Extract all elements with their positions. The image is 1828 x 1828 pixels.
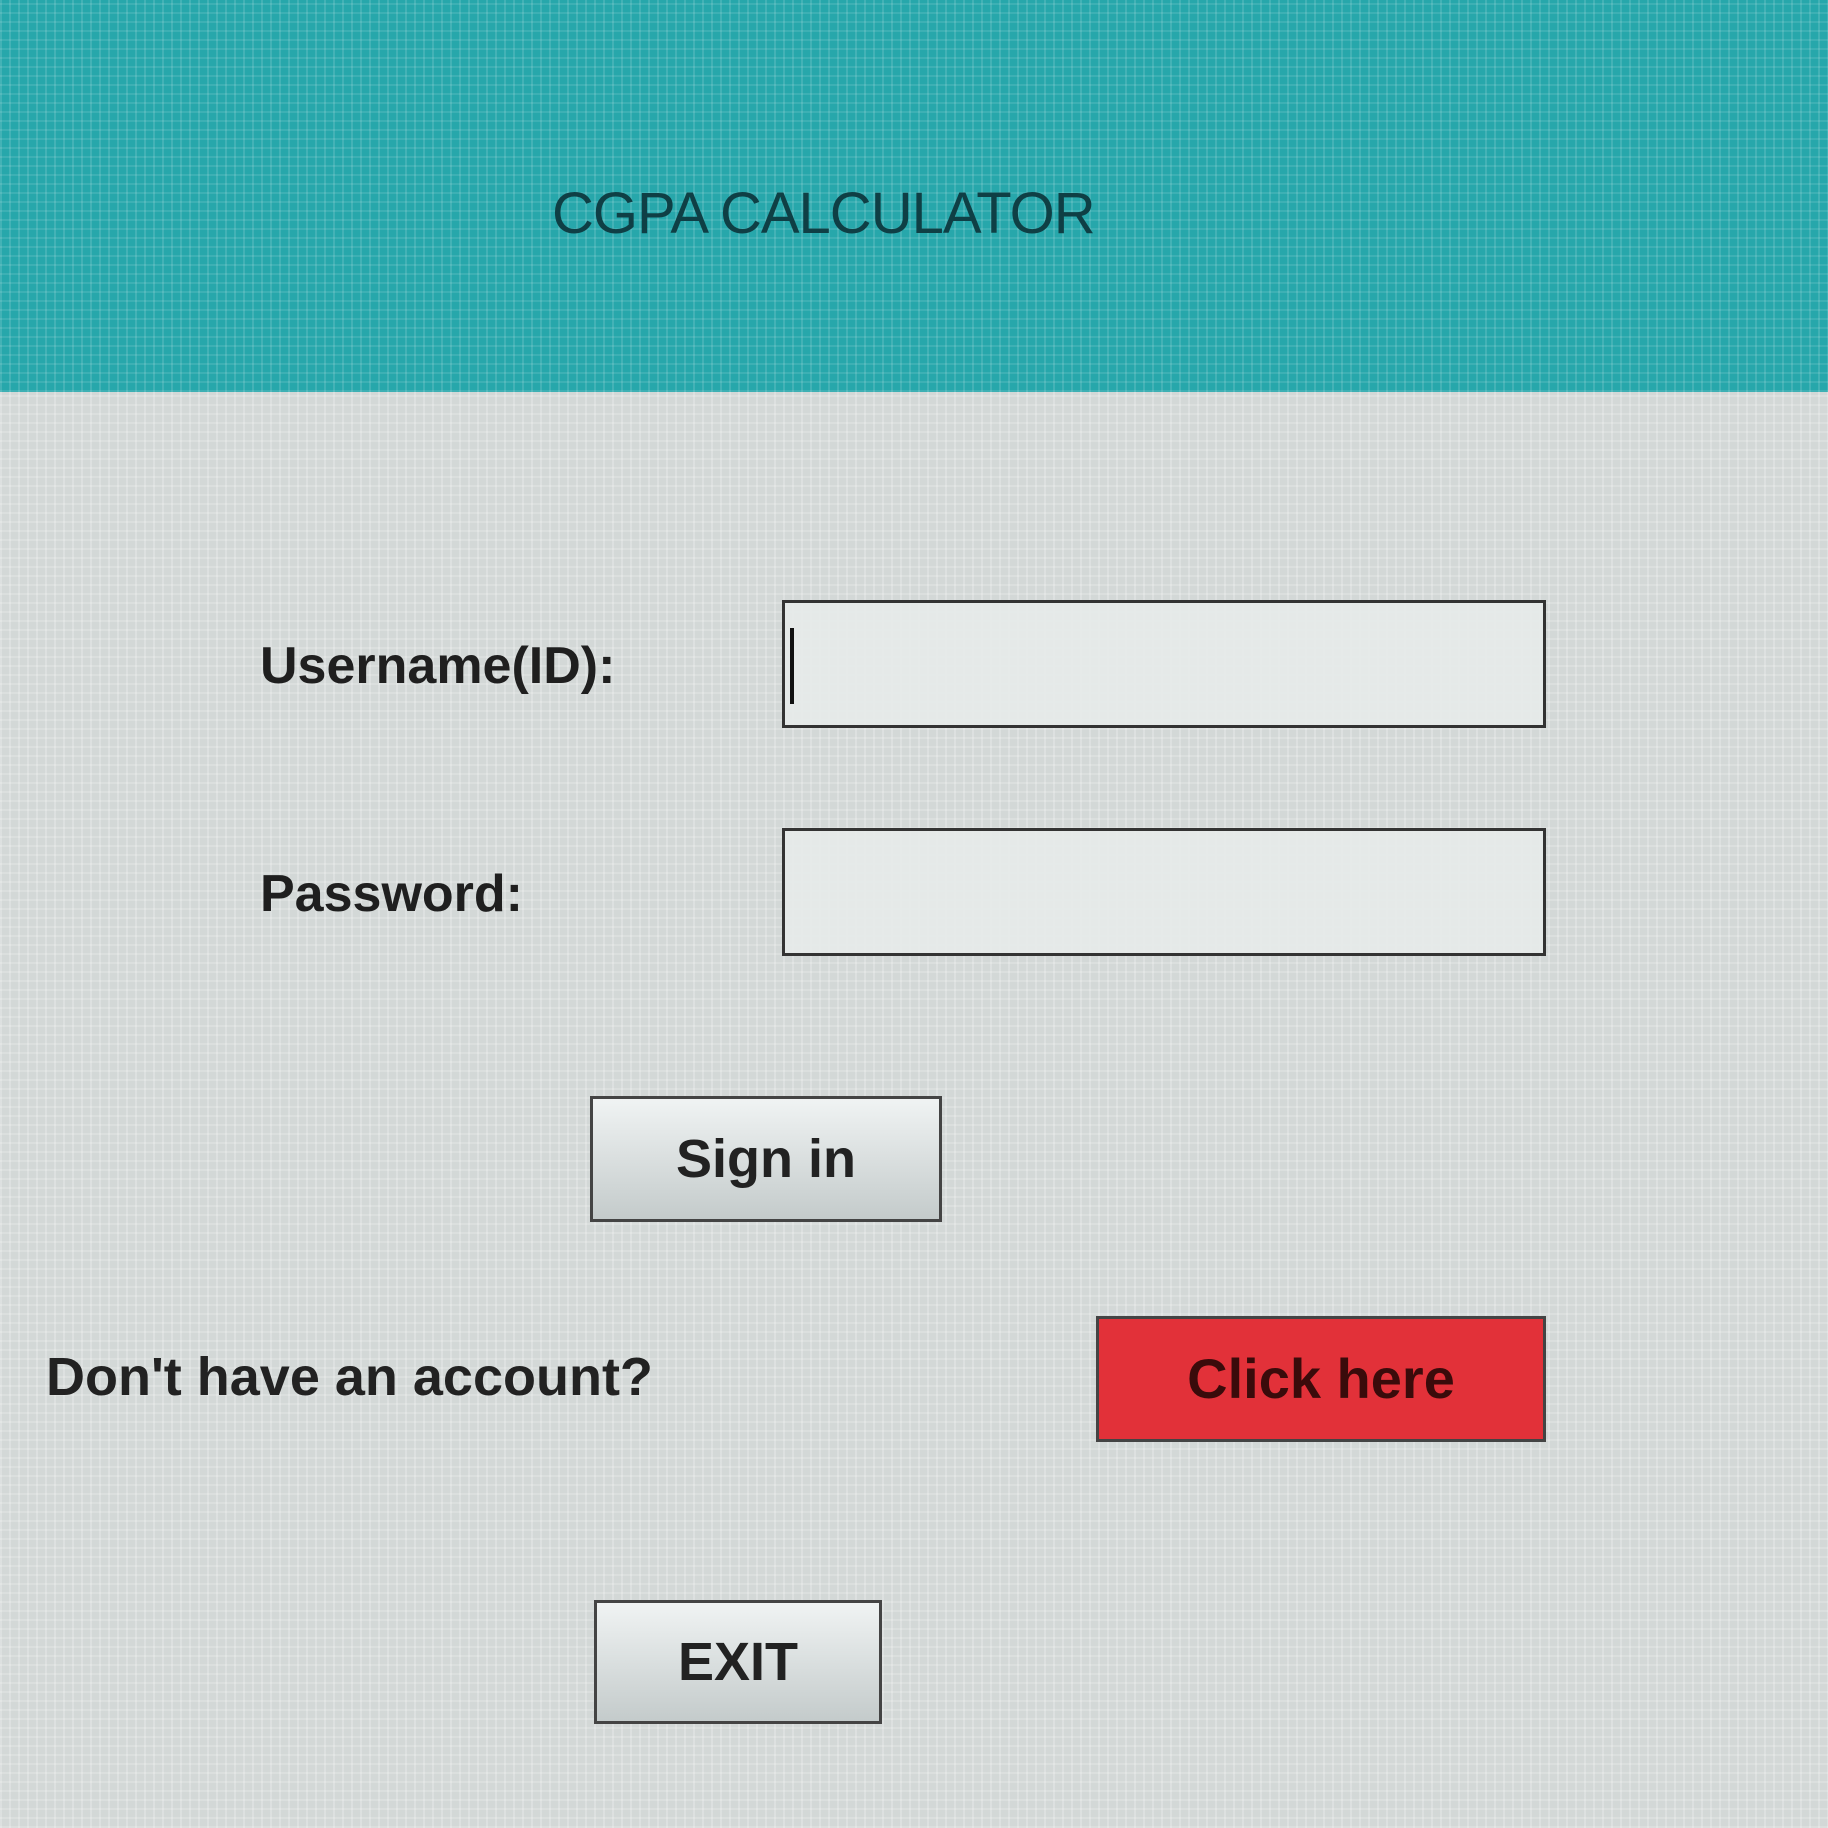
app-title: CGPA CALCULATOR: [552, 181, 1096, 246]
no-account-prompt: Don't have an account?: [46, 1347, 653, 1407]
username-label: Username(ID):: [260, 637, 616, 695]
exit-button[interactable]: EXIT: [594, 1600, 882, 1724]
sign-in-button[interactable]: Sign in: [590, 1096, 942, 1222]
username-input[interactable]: [782, 600, 1546, 728]
header-bar: CGPA CALCULATOR: [0, 0, 1828, 392]
password-input[interactable]: [782, 828, 1546, 956]
register-click-here-button[interactable]: Click here: [1096, 1316, 1546, 1442]
text-cursor: [790, 628, 794, 704]
login-window: CGPA CALCULATOR Username(ID): Password: …: [0, 0, 1828, 1828]
password-label: Password:: [260, 865, 523, 923]
